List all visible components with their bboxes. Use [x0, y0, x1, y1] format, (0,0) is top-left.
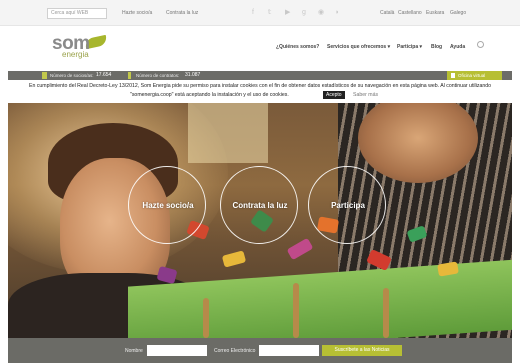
toy-stick [203, 298, 209, 338]
contracts-value: 31.087 [185, 72, 201, 78]
cookie-notice: En cumplimiento del Real Decreto-Ley 13/… [0, 81, 520, 103]
email-label: Correo Electrónico [214, 348, 256, 354]
nav-quienes-somos[interactable]: ¿Quiénes somos? [276, 44, 319, 50]
lock-icon [451, 73, 455, 78]
lang-galego[interactable]: Galego [450, 10, 466, 16]
search-input[interactable]: Cerca aquí WEB [47, 8, 107, 19]
lang-castellano[interactable]: Castellano [398, 10, 422, 16]
search-icon[interactable] [477, 41, 484, 48]
flickr-icon[interactable]: ◉ [318, 8, 324, 17]
hazte-socio-label: Hazte socio/a [142, 201, 194, 210]
email-input[interactable] [259, 345, 319, 356]
name-input[interactable] [147, 345, 207, 356]
newsletter-bar: Nombre Correo Electrónico Suscríbete a l… [8, 338, 512, 363]
contrata-luz-label: Contrata la luz [232, 201, 288, 210]
counter-bar: Número de socios/as: 17.654 Número de co… [8, 71, 512, 80]
chevron-down-icon: ▾ [387, 44, 391, 50]
nav-participa-label: Participa [397, 44, 419, 50]
cookie-accept-button[interactable]: Acepto [323, 91, 345, 99]
youtube-icon[interactable]: ▶ [285, 8, 290, 17]
toy-stick [383, 288, 389, 338]
name-label: Nombre [125, 348, 143, 354]
toy-stick [293, 283, 299, 338]
header: som energia ¿Quiénes somos? Servicios qu… [0, 27, 520, 71]
nav-ayuda[interactable]: Ayuda [450, 44, 465, 50]
top-link-hazte-socio[interactable]: Hazte socio/a [122, 10, 152, 16]
subscribe-button[interactable]: Suscríbete a las Noticias [322, 345, 402, 356]
virtual-office-button[interactable]: Oficina virtual [447, 71, 502, 80]
rss-icon[interactable]: ◗ [335, 8, 339, 17]
hazte-socio-button[interactable]: Hazte socio/a [128, 166, 206, 244]
cookie-more-link[interactable]: Saber más [353, 92, 378, 98]
page: Cerca aquí WEB Hazte socio/a Contrata la… [0, 0, 520, 363]
cookie-text-line1: En cumplimiento del Real Decreto-Ley 13/… [29, 83, 491, 89]
facebook-icon[interactable]: f [252, 8, 254, 17]
user-icon [42, 72, 47, 79]
members-value: 17.654 [96, 72, 112, 78]
nav-servicios[interactable]: Servicios que ofrecemos ▾ [327, 44, 390, 50]
virtual-office-label: Oficina virtual [458, 73, 486, 78]
nav-participa[interactable]: Participa ▾ [397, 44, 422, 50]
top-bar: Cerca aquí WEB Hazte socio/a Contrata la… [0, 0, 520, 26]
cookie-text-line2: "somenergia.coop" está aceptando la inst… [130, 92, 289, 98]
hero-image: Hazte socio/a Contrata la luz Participa [8, 103, 512, 338]
participa-label: Participa [331, 201, 365, 210]
plug-icon [128, 72, 131, 79]
top-link-contrata[interactable]: Contrata la luz [166, 10, 198, 16]
logo-subtext: energia [62, 50, 89, 59]
contracts-label: Número de contratos: [136, 73, 180, 78]
members-label: Número de socios/as: [50, 73, 94, 78]
nav-servicios-label: Servicios que ofrecemos [327, 44, 387, 50]
lang-euskara[interactable]: Euskara [426, 10, 444, 16]
hero-window [188, 103, 268, 163]
chevron-down-icon: ▾ [419, 44, 423, 50]
contrata-luz-button[interactable]: Contrata la luz [220, 166, 298, 244]
logo[interactable]: som energia [52, 34, 112, 64]
lang-catala[interactable]: Català [380, 10, 394, 16]
google-plus-icon[interactable]: g [302, 8, 306, 17]
participa-button[interactable]: Participa [308, 166, 386, 244]
nav-blog[interactable]: Blog [431, 44, 442, 50]
toy-piece [221, 250, 247, 268]
twitter-icon[interactable]: 𝕥 [268, 8, 271, 17]
